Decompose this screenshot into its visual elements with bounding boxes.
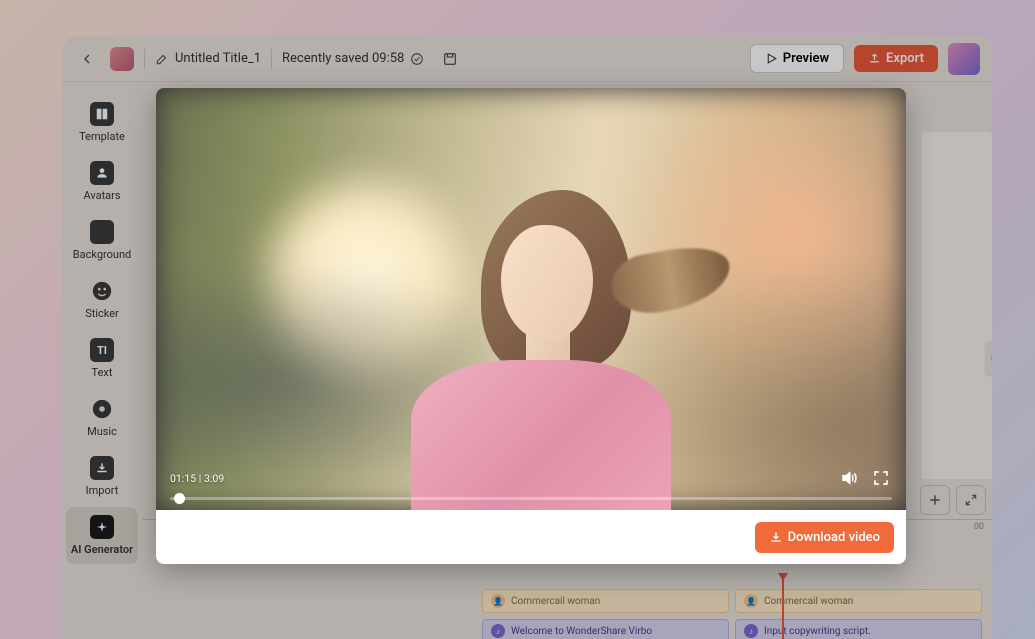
- download-label: Download video: [788, 530, 880, 545]
- speaker-icon: [840, 469, 858, 487]
- time-display: 01:15 | 3:09: [170, 472, 224, 485]
- video-controls: 01:15 | 3:09: [170, 467, 892, 500]
- seek-bar[interactable]: [170, 497, 892, 500]
- modal-footer: Download video: [156, 510, 906, 564]
- seek-thumb[interactable]: [174, 493, 185, 504]
- download-icon: [769, 530, 783, 544]
- download-button[interactable]: Download video: [755, 522, 894, 553]
- video-subject: [361, 170, 701, 510]
- preview-modal: 01:15 | 3:09 Download video: [156, 88, 906, 564]
- video-frame[interactable]: 01:15 | 3:09: [156, 88, 906, 510]
- fullscreen-icon: [872, 469, 890, 487]
- fullscreen-button[interactable]: [870, 467, 892, 489]
- volume-button[interactable]: [838, 467, 860, 489]
